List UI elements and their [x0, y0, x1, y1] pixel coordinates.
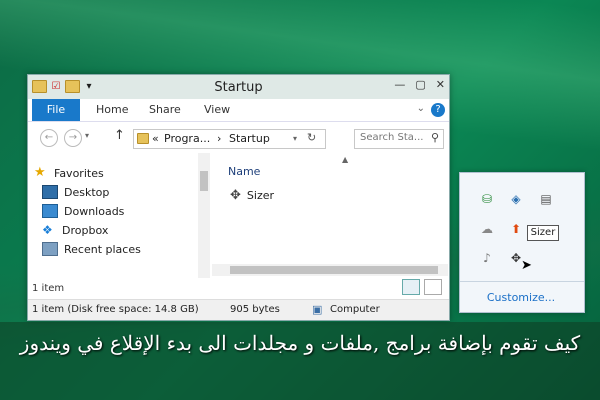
caption-text: كيف تقوم بإضافة برامج ,ملفات و مجلدات ال…: [19, 331, 581, 355]
folder-icon: [137, 133, 149, 144]
printer-icon[interactable]: ▤: [539, 192, 553, 206]
usb-safe-remove-icon[interactable]: ⛁: [480, 192, 494, 206]
update-icon[interactable]: ⬆: [509, 222, 523, 236]
dropbox-icon: ❖: [42, 223, 53, 237]
address-overflow[interactable]: «: [152, 132, 159, 145]
nav-item-label: Downloads: [64, 204, 125, 218]
column-header-name[interactable]: Name: [228, 165, 260, 178]
status-disk-space: 1 item (Disk free space: 14.8 GB): [32, 304, 199, 315]
notification-bell-icon[interactable]: ♪: [480, 251, 494, 265]
help-icon[interactable]: ?: [431, 103, 445, 117]
explorer-window: ☑ ▾ Startup — ▢ ✕ File Home Share View ⌄…: [27, 74, 450, 321]
nav-item-label: Dropbox: [62, 223, 109, 237]
navigation-pane: ★ Favorites Desktop Downloads ❖ Dropbox …: [28, 153, 211, 278]
up-icon[interactable]: ↑: [114, 128, 125, 143]
file-list-scroll-thumb[interactable]: [230, 266, 438, 274]
nav-item-label: Favorites: [54, 166, 104, 180]
ribbon-tabs: File Home Share View ⌄ ?: [28, 99, 449, 122]
status-size: 905 bytes: [230, 304, 280, 315]
view-buttons: [402, 279, 442, 295]
breadcrumb-program-files[interactable]: Progra...: [164, 132, 210, 145]
cloud-icon[interactable]: ☁: [480, 222, 494, 236]
mouse-pointer-icon: ➤: [521, 258, 532, 273]
tab-share[interactable]: Share: [149, 103, 181, 116]
window-title: Startup: [214, 80, 263, 95]
nav-item-favorites[interactable]: ★ Favorites: [34, 164, 104, 182]
tooltip: Sizer: [527, 225, 559, 241]
window-controls: — ▢ ✕: [394, 78, 445, 91]
expand-ribbon-icon[interactable]: ⌄: [417, 103, 425, 114]
nav-item-desktop[interactable]: Desktop: [42, 183, 109, 201]
tab-file[interactable]: File: [32, 99, 80, 121]
breadcrumb-separator[interactable]: ›: [217, 132, 221, 145]
status-location: Computer: [330, 304, 380, 315]
search-input[interactable]: Search Sta... ⚲: [354, 129, 444, 149]
file-item-sizer[interactable]: ✥ Sizer: [230, 188, 274, 203]
search-icon[interactable]: ⚲: [431, 131, 439, 144]
nav-pane-scroll-thumb[interactable]: [200, 171, 208, 191]
nav-item-dropbox[interactable]: ❖ Dropbox: [42, 221, 108, 239]
minimize-icon[interactable]: —: [394, 78, 405, 91]
forward-icon[interactable]: →: [64, 129, 82, 147]
tab-view[interactable]: View: [204, 103, 230, 116]
sizer-app-icon: ✥: [230, 188, 241, 203]
computer-icon: ▣: [312, 303, 323, 316]
nav-item-downloads[interactable]: Downloads: [42, 202, 124, 220]
refresh-icon[interactable]: ↻: [307, 131, 316, 144]
sort-indicator-icon: ▲: [342, 155, 349, 164]
nav-item-label: Recent places: [64, 242, 141, 256]
downloads-icon: [42, 204, 58, 218]
large-icons-view-icon[interactable]: [424, 279, 442, 295]
address-dropdown-icon[interactable]: ▾: [293, 134, 297, 143]
nav-item-recent-places[interactable]: Recent places: [42, 240, 141, 258]
file-name: Sizer: [246, 189, 275, 202]
title-bar: ☑ ▾ Startup — ▢ ✕: [28, 75, 449, 99]
search-placeholder: Search Sta...: [360, 132, 424, 143]
maximize-icon[interactable]: ▢: [415, 78, 425, 91]
navigation-bar: ← → ▾ ↑ « Progra... › Startup ▾ ↻ Search…: [28, 122, 449, 152]
back-icon[interactable]: ←: [40, 129, 58, 147]
desktop-icon: [42, 185, 58, 199]
tab-home[interactable]: Home: [96, 103, 128, 116]
address-bar[interactable]: « Progra... › Startup ▾ ↻: [133, 129, 326, 149]
close-icon[interactable]: ✕: [436, 78, 445, 91]
customize-link[interactable]: Customize...: [459, 291, 583, 304]
star-icon: ★: [34, 165, 46, 180]
virtualbox-icon[interactable]: ◈: [509, 192, 523, 206]
recent-places-icon: [42, 242, 58, 256]
divider: [460, 281, 584, 282]
breadcrumb-startup[interactable]: Startup: [229, 132, 270, 145]
details-view-icon[interactable]: [402, 279, 420, 295]
item-count: 1 item: [32, 283, 65, 294]
recent-locations-icon[interactable]: ▾: [85, 131, 89, 140]
nav-item-label: Desktop: [64, 185, 110, 199]
status-bar: 1 item (Disk free space: 14.8 GB) 905 by…: [28, 299, 449, 320]
